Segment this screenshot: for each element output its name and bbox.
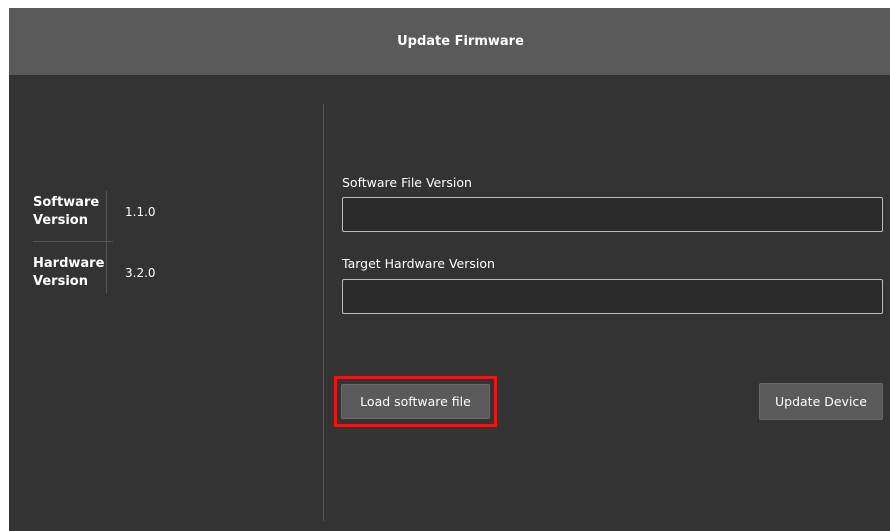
panel-divider [323,104,324,521]
software-version-label-line1: Software [33,195,100,210]
update-firmware-window: Update Firmware Software Version Hardwar… [9,8,890,531]
load-software-file-button[interactable]: Load software file [341,384,490,419]
software-version-value: 1.1.0 [125,205,156,219]
title-bar: Update Firmware [9,8,890,75]
device-info-panel [9,75,323,531]
software-file-version-label: Software File Version [342,175,472,190]
hardware-version-label-line1: Hardware [33,256,105,271]
hardware-version-label-line2: Version [33,274,88,289]
hardware-version-value: 3.2.0 [125,266,156,280]
software-version-label: Software Version [33,194,113,230]
target-hardware-version-label: Target Hardware Version [342,256,495,271]
info-row-divider [33,241,113,242]
window-title: Update Firmware [397,34,524,49]
info-column-divider [106,191,107,293]
target-hardware-version-input[interactable] [342,279,883,314]
hardware-version-label: Hardware Version [33,255,113,291]
software-version-label-line2: Version [33,213,88,228]
software-file-version-input[interactable] [342,197,883,232]
update-device-button[interactable]: Update Device [759,383,883,420]
